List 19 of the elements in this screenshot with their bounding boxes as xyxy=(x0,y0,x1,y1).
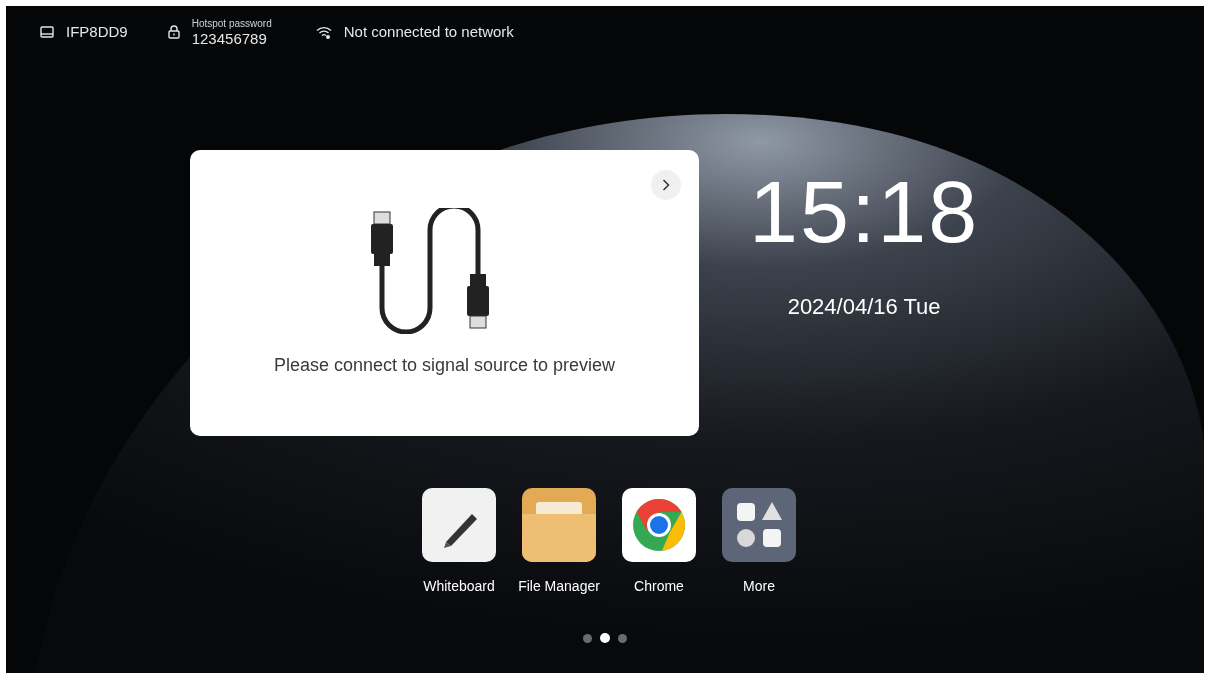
apps-grid-icon xyxy=(722,488,796,562)
hotspot-label: Hotspot password xyxy=(191,18,272,29)
app-launcher[interactable]: Chrome xyxy=(621,488,697,597)
pen-app-icon xyxy=(422,488,496,562)
device-name: IFP8DD9 xyxy=(66,21,128,42)
app-launcher[interactable]: More xyxy=(721,488,797,597)
clock-time: 15:18 xyxy=(749,168,980,256)
lock-icon xyxy=(167,25,180,39)
preview-message: Please connect to signal source to preview xyxy=(273,354,616,377)
wifi-off-icon xyxy=(315,25,332,39)
chevron-right-icon xyxy=(662,179,670,191)
screen-icon xyxy=(40,26,54,38)
next-button[interactable] xyxy=(651,170,681,200)
hotspot-password: 123456789 xyxy=(191,30,268,46)
clock-date: 2024/04/16 Tue xyxy=(787,293,941,321)
folder-app-icon xyxy=(522,488,596,562)
app-launcher[interactable]: Whiteboard xyxy=(421,488,497,597)
network-status: Not connected to network xyxy=(343,21,514,42)
chrome-app-icon xyxy=(622,488,696,562)
